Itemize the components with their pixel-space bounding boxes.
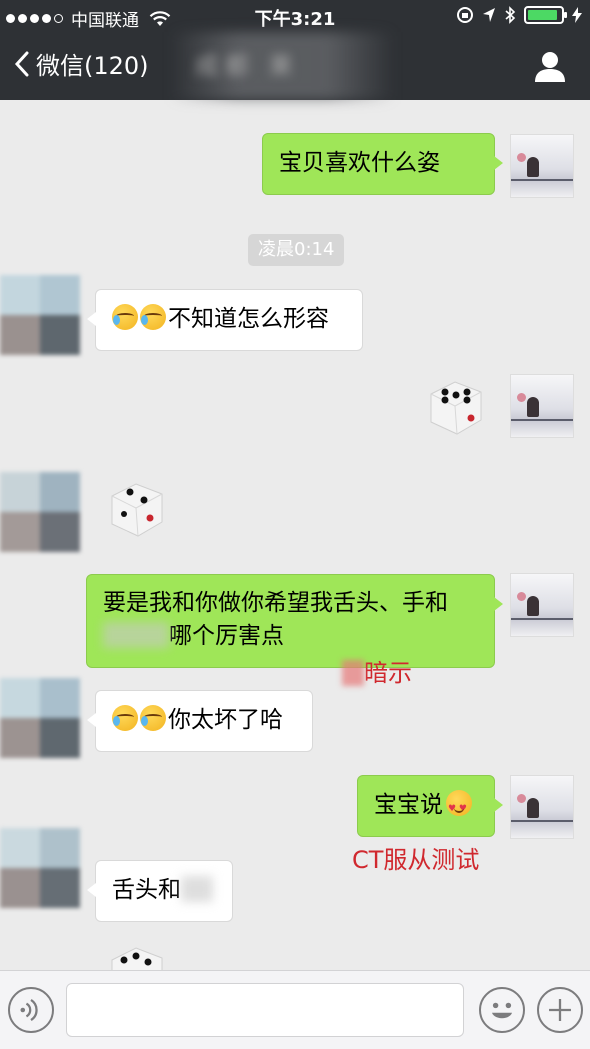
my-avatar[interactable] bbox=[510, 775, 574, 839]
message-input[interactable] bbox=[66, 983, 464, 1037]
battery-icon bbox=[524, 6, 567, 24]
message-text: 宝贝喜欢什么姿 bbox=[279, 150, 440, 176]
message-text-line-2: 哪个厉害点 bbox=[103, 620, 478, 653]
message-bubble-received[interactable]: 你太坏了哈 bbox=[87, 690, 313, 752]
annotation-hint: 暗示 bbox=[342, 653, 412, 688]
dice-icon[interactable] bbox=[423, 376, 487, 440]
message-bubble-sent[interactable]: 要是我和你做你希望我舌头、手和 哪个厉害点 bbox=[86, 574, 503, 668]
battery-fill bbox=[528, 10, 557, 20]
dice-icon[interactable] bbox=[104, 942, 168, 970]
message-text: 宝宝说 bbox=[374, 792, 443, 818]
dice-icon[interactable] bbox=[104, 478, 168, 542]
back-button[interactable]: 微信(120) bbox=[14, 46, 149, 81]
message-bubble-sent[interactable]: 宝贝喜欢什么姿 bbox=[262, 133, 503, 195]
message-bubble-received[interactable]: 不知道怎么形容 bbox=[87, 289, 363, 351]
message-bubble-received[interactable]: 舌头和 bbox=[87, 860, 233, 922]
top-bar: 中国联通 下午3:21 微信(120) 成都 果 bbox=[0, 0, 590, 100]
message-text: 舌头和 bbox=[112, 877, 181, 903]
orientation-lock-icon bbox=[457, 7, 473, 23]
location-arrow-icon bbox=[483, 8, 495, 22]
my-avatar[interactable] bbox=[510, 374, 574, 438]
status-right bbox=[456, 6, 582, 24]
blurred-text bbox=[342, 660, 364, 686]
message-text: 不知道怎么形容 bbox=[168, 306, 329, 332]
crying-laughing-emoji-icon bbox=[112, 705, 138, 731]
crying-laughing-emoji-icon bbox=[140, 304, 166, 330]
crying-laughing-emoji-icon bbox=[140, 705, 166, 731]
voice-icon[interactable] bbox=[8, 987, 54, 1033]
person-icon[interactable] bbox=[532, 48, 568, 84]
chevron-left-icon bbox=[14, 51, 29, 76]
contact-avatar[interactable] bbox=[0, 275, 80, 355]
message-text-line-1: 要是我和你做你希望我舌头、手和 bbox=[103, 590, 448, 616]
message-text: 哪个厉害点 bbox=[169, 623, 284, 649]
contact-avatar[interactable] bbox=[0, 472, 80, 552]
charging-bolt-icon bbox=[572, 7, 582, 23]
my-avatar[interactable] bbox=[510, 134, 574, 198]
message-text: 你太坏了哈 bbox=[168, 707, 283, 733]
my-avatar[interactable] bbox=[510, 573, 574, 637]
heart-eyes-emoji-icon bbox=[446, 790, 472, 826]
crying-laughing-emoji-icon bbox=[112, 304, 138, 330]
chat-title: 成都 果 bbox=[195, 52, 299, 80]
annotation-test: CT服从测试 bbox=[352, 846, 480, 874]
plus-icon[interactable] bbox=[537, 987, 583, 1033]
status-bar: 中国联通 下午3:21 bbox=[0, 0, 590, 32]
blurred-text bbox=[103, 622, 169, 648]
back-label: 微信(120) bbox=[36, 52, 149, 80]
chat-area[interactable]: 宝贝喜欢什么姿 凌晨0:14 不知道怎么形容 要是我和你做你希望我舌头、手和 哪… bbox=[0, 100, 590, 970]
contact-avatar[interactable] bbox=[0, 678, 80, 758]
input-bar bbox=[0, 970, 590, 1049]
contact-avatar[interactable] bbox=[0, 828, 80, 938]
bluetooth-icon bbox=[505, 6, 516, 24]
nav-bar: 微信(120) 成都 果 bbox=[0, 32, 590, 100]
blurred-text bbox=[181, 876, 213, 902]
emoji-icon[interactable] bbox=[479, 987, 525, 1033]
chat-timestamp: 凌晨0:14 bbox=[248, 234, 345, 266]
message-bubble-sent[interactable]: 宝宝说 bbox=[357, 775, 503, 837]
